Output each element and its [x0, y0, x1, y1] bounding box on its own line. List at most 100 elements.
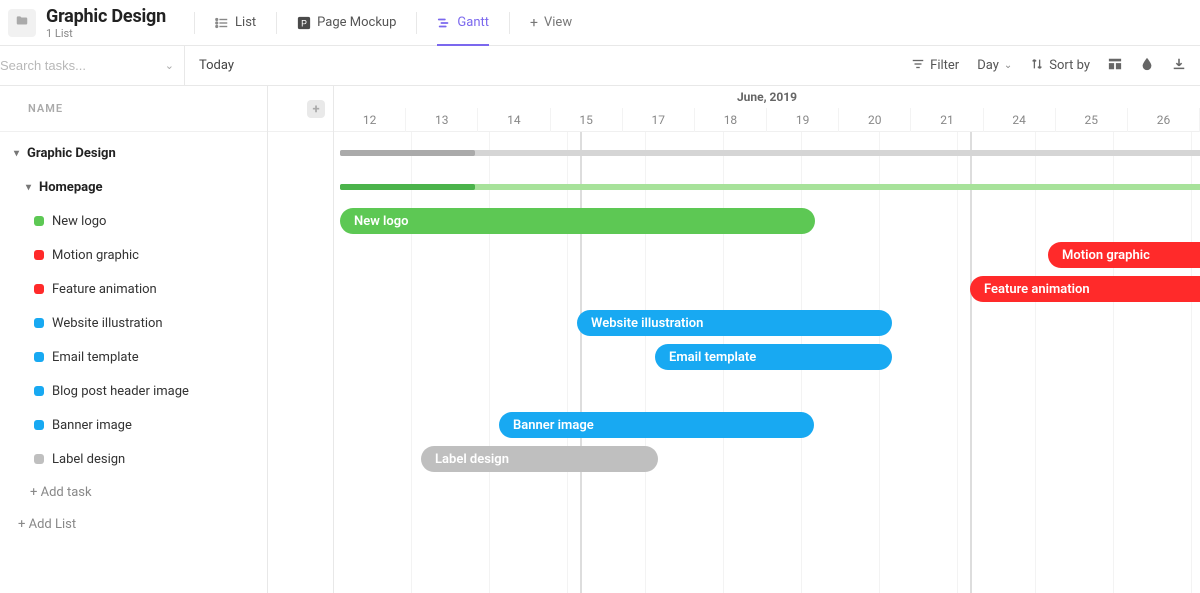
list-row[interactable]: ▾ Homepage	[0, 170, 267, 204]
day-header: 18	[695, 108, 767, 132]
day-header: 19	[767, 108, 839, 132]
plus-icon: +	[530, 15, 538, 31]
add-task-button[interactable]: + Add task	[0, 476, 267, 508]
view-tab-label: Gantt	[457, 15, 489, 30]
gantt-bar[interactable]: Website illustration	[577, 310, 892, 336]
gantt-bar[interactable]: Feature animation	[970, 276, 1200, 302]
task-row[interactable]: Email template	[0, 340, 267, 374]
day-header: 15	[551, 108, 623, 132]
day-header: 26	[1128, 108, 1200, 132]
view-tab-label: List	[235, 15, 256, 30]
zoom-label: Day	[977, 58, 999, 73]
status-dot	[34, 250, 44, 260]
filter-label: Filter	[930, 58, 959, 73]
today-button[interactable]: Today	[185, 58, 248, 73]
plus-icon: +	[312, 102, 319, 117]
summary-bar-list[interactable]	[340, 184, 1200, 190]
day-header: 24	[984, 108, 1056, 132]
separator	[416, 12, 417, 34]
gantt-bar[interactable]: Motion graphic	[1048, 242, 1200, 268]
task-row[interactable]: New logo	[0, 204, 267, 238]
gantt-bar[interactable]: New logo	[340, 208, 815, 234]
gap-column: +	[268, 86, 334, 593]
task-row[interactable]: Banner image	[0, 408, 267, 442]
task-name: Motion graphic	[52, 248, 139, 263]
status-dot	[34, 386, 44, 396]
title-block: Graphic Design 1 List	[46, 6, 166, 40]
svg-text:P: P	[301, 18, 307, 28]
day-header: 20	[839, 108, 911, 132]
list-icon	[215, 16, 229, 30]
task-row[interactable]: Feature animation	[0, 272, 267, 306]
export-button[interactable]	[1172, 57, 1186, 75]
caret-down-icon: ▾	[26, 182, 31, 193]
search-wrap: ⌄	[0, 46, 185, 85]
status-dot	[34, 454, 44, 464]
task-row[interactable]: Website illustration	[0, 306, 267, 340]
status-dot	[34, 284, 44, 294]
gantt-bar[interactable]: Banner image	[499, 412, 814, 438]
task-row[interactable]: Motion graphic	[0, 238, 267, 272]
chevron-down-icon: ⌄	[1004, 60, 1012, 71]
toolbar: ⌄ Today Filter Day ⌄ Sort by	[0, 46, 1200, 86]
status-dot	[34, 216, 44, 226]
task-sidebar: NAME ▾ Graphic Design ▾ Homepage New log…	[0, 86, 268, 593]
filter-button[interactable]: Filter	[911, 57, 959, 75]
view-tab-mockup[interactable]: P Page Mockup	[287, 0, 406, 46]
folder-button[interactable]	[8, 9, 36, 37]
chevron-down-icon[interactable]: ⌄	[165, 59, 174, 72]
top-bar: Graphic Design 1 List List P Page Mockup…	[0, 0, 1200, 46]
status-dot	[34, 352, 44, 362]
view-tab-gantt[interactable]: Gantt	[427, 0, 499, 46]
color-button[interactable]	[1140, 57, 1154, 75]
add-view-button[interactable]: + View	[520, 0, 582, 46]
separator	[194, 12, 195, 34]
list-label: Homepage	[39, 180, 103, 195]
gantt-bar[interactable]: Email template	[655, 344, 892, 370]
day-header: 21	[911, 108, 983, 132]
task-tree: ▾ Graphic Design ▾ Homepage New logo Moti…	[0, 132, 267, 540]
page-subtitle: 1 List	[46, 27, 166, 40]
gantt-bar[interactable]: Label design	[421, 446, 658, 472]
day-header: 14	[478, 108, 550, 132]
sort-icon	[1030, 57, 1044, 75]
content: NAME ▾ Graphic Design ▾ Homepage New log…	[0, 86, 1200, 593]
layout-icon	[1108, 57, 1122, 75]
task-name: Website illustration	[52, 316, 163, 331]
status-dot	[34, 318, 44, 328]
filter-icon	[911, 57, 925, 75]
day-header: 13	[406, 108, 478, 132]
name-column-header: NAME	[0, 86, 267, 132]
task-name: New logo	[52, 214, 106, 229]
section-label: Graphic Design	[27, 146, 116, 161]
droplet-icon	[1140, 57, 1154, 75]
task-name: Feature animation	[52, 282, 157, 297]
caret-down-icon: ▾	[14, 148, 19, 159]
summary-bar-section[interactable]	[340, 150, 1200, 156]
task-name: Label design	[52, 452, 125, 467]
gantt-icon	[437, 16, 451, 30]
zoom-dropdown[interactable]: Day ⌄	[977, 58, 1012, 73]
gantt-chart[interactable]: June, 2019 121314151718192021242526 New …	[334, 86, 1200, 593]
task-name: Email template	[52, 350, 139, 365]
task-name: Banner image	[52, 418, 132, 433]
add-list-button[interactable]: + Add List	[0, 508, 267, 540]
page-title: Graphic Design	[46, 6, 166, 27]
add-view-label: View	[544, 15, 572, 30]
task-row[interactable]: Blog post header image	[0, 374, 267, 408]
day-header: 17	[623, 108, 695, 132]
status-dot	[34, 420, 44, 430]
task-row[interactable]: Label design	[0, 442, 267, 476]
search-input[interactable]	[0, 58, 120, 73]
layout-button[interactable]	[1108, 57, 1122, 75]
section-row[interactable]: ▾ Graphic Design	[0, 136, 267, 170]
sort-button[interactable]: Sort by	[1030, 57, 1090, 75]
download-icon	[1172, 57, 1186, 75]
add-column-button[interactable]: +	[307, 100, 325, 118]
sort-label: Sort by	[1049, 58, 1090, 73]
task-name: Blog post header image	[52, 384, 189, 399]
day-header: 25	[1056, 108, 1128, 132]
separator	[509, 12, 510, 34]
view-tab-list[interactable]: List	[205, 0, 266, 46]
page-icon: P	[297, 16, 311, 30]
